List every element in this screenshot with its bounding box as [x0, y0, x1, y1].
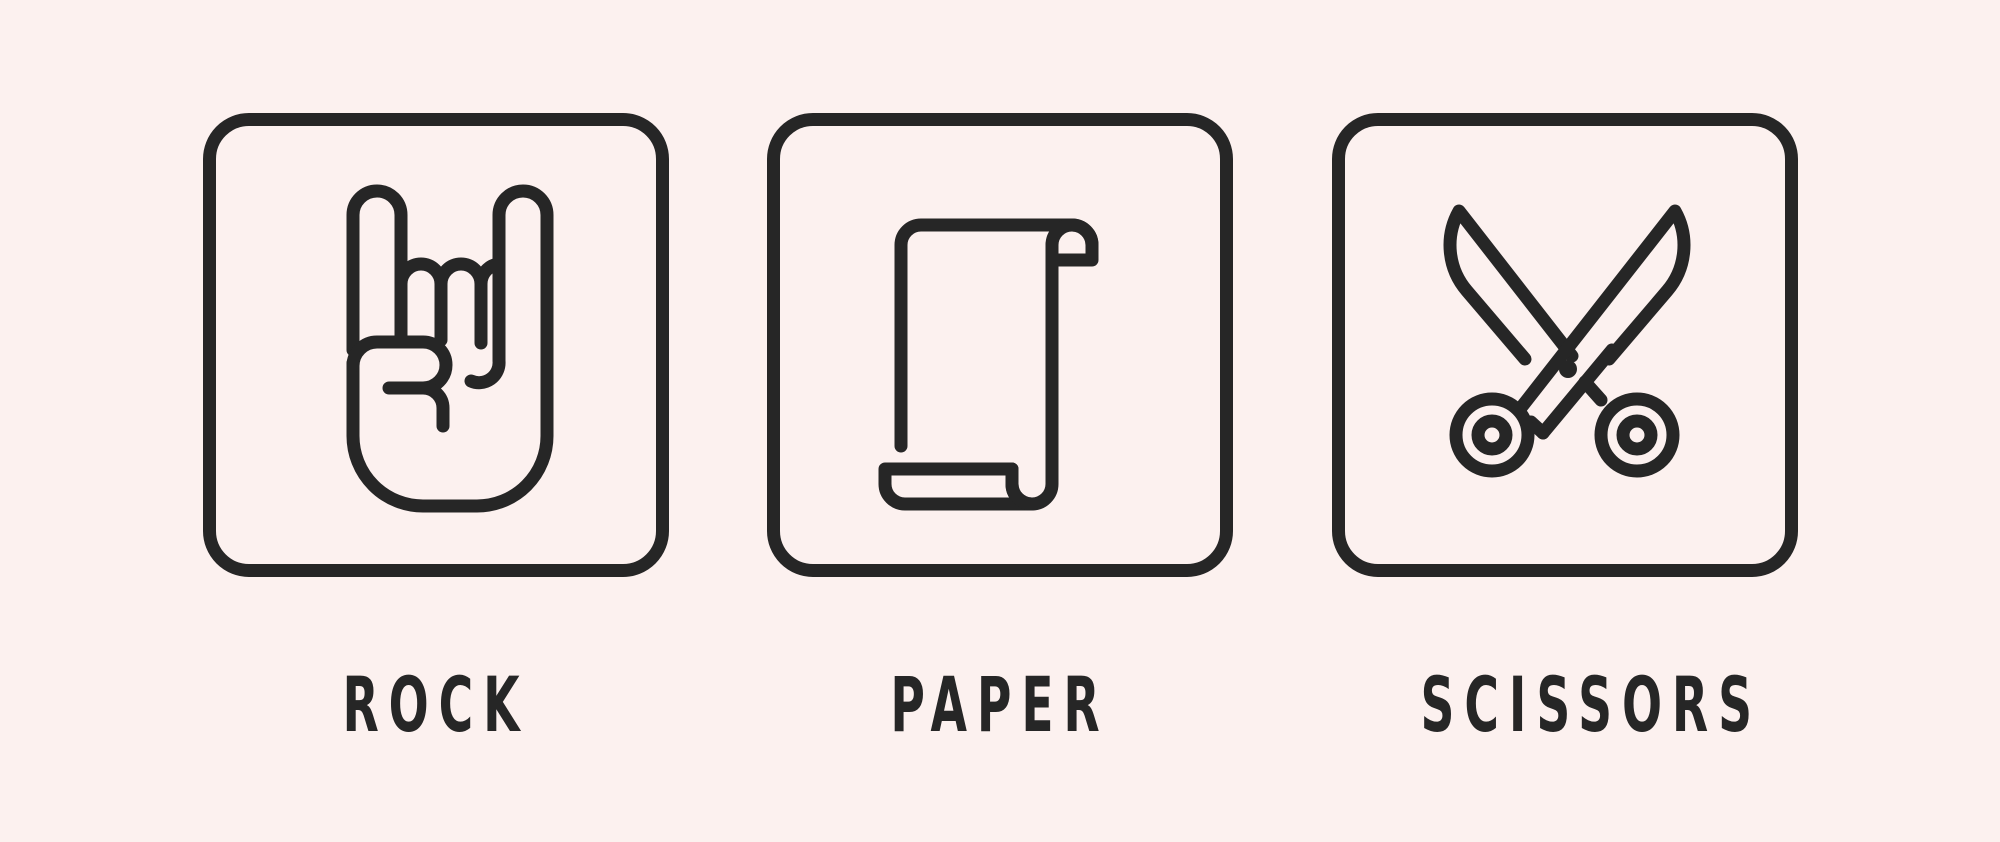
rock-label: ROCK [342, 660, 530, 749]
scissors-label: SCISSORS [1420, 660, 1762, 749]
scissors-icon [1443, 204, 1691, 478]
paper-scroll-icon [878, 218, 1099, 511]
paper-label: PAPER [890, 660, 1110, 749]
rock-card[interactable] [203, 113, 669, 577]
rock-hand-icon [346, 184, 554, 513]
scissors-card[interactable] [1332, 113, 1798, 577]
paper-card[interactable] [767, 113, 1233, 577]
